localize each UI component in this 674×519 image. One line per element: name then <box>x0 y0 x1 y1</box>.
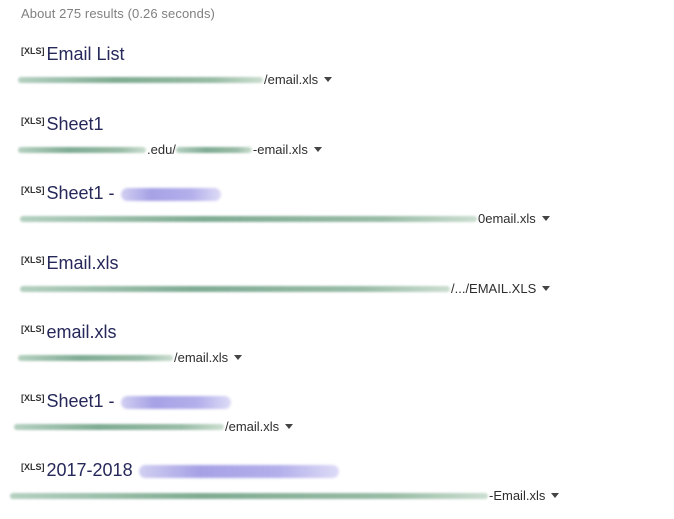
chevron-down-icon[interactable] <box>542 286 551 291</box>
filetype-badge: [XLS] <box>21 185 45 195</box>
result-title-row[interactable]: [XLS] 2017-2018 <box>21 459 339 483</box>
result-title-link[interactable]: Sheet1 <box>47 113 104 135</box>
chevron-down-icon[interactable] <box>313 147 322 152</box>
result-title-row[interactable]: [XLS] Email.xls <box>21 252 119 276</box>
chevron-down-icon[interactable] <box>234 355 243 360</box>
chevron-down-icon[interactable] <box>541 216 550 221</box>
redacted-title-segment <box>138 465 339 478</box>
redacted-url-segment <box>18 355 173 361</box>
result-url-text: -email.xls <box>252 141 308 157</box>
redacted-url-segment <box>14 424 224 430</box>
filetype-badge: [XLS] <box>21 116 45 126</box>
result-url-text: /.../EMAIL.XLS <box>451 280 537 296</box>
result-url-text: /email.xls <box>264 71 319 87</box>
search-result: [XLS] Sheet1 - 0email.xls <box>0 182 674 242</box>
result-title-link[interactable]: 2017-2018 <box>47 459 133 481</box>
redacted-url-segment <box>10 493 488 499</box>
chevron-down-icon[interactable] <box>551 493 560 498</box>
redacted-title-segment <box>120 396 231 409</box>
result-url: -Email.xls <box>10 486 560 504</box>
result-title-link[interactable]: email.xls <box>47 321 117 343</box>
result-url-text: /email.xls <box>225 418 280 434</box>
chevron-down-icon[interactable] <box>285 424 294 429</box>
filetype-badge: [XLS] <box>21 462 45 472</box>
search-result: [XLS] Email.xls /.../EMAIL.XLS <box>0 252 674 312</box>
result-url: /.../EMAIL.XLS <box>20 279 551 297</box>
result-title-row[interactable]: [XLS] Sheet1 <box>21 113 104 137</box>
redacted-url-segment <box>18 77 263 83</box>
chevron-down-icon[interactable] <box>324 77 333 82</box>
search-result: [XLS] email.xls /email.xls <box>0 321 674 381</box>
result-url-text: 0email.xls <box>478 210 536 226</box>
search-stats: About 275 results (0.26 seconds) <box>21 6 215 21</box>
result-title-row[interactable]: [XLS] email.xls <box>21 321 117 345</box>
result-title-link[interactable]: Email List <box>47 43 125 65</box>
result-title-link[interactable]: Sheet1 - <box>47 182 115 204</box>
result-title-row[interactable]: [XLS] Sheet1 - <box>21 390 231 414</box>
result-url-text: /email.xls <box>174 349 229 365</box>
result-url: 0email.xls <box>20 209 550 227</box>
result-url: /email.xls <box>18 70 333 88</box>
search-result: [XLS] Sheet1 - /email.xls <box>0 390 674 450</box>
filetype-badge: [XLS] <box>21 324 45 334</box>
search-result: [XLS] Sheet1 .edu/ -email.xls <box>0 113 674 173</box>
redacted-url-segment <box>175 147 252 153</box>
result-title-row[interactable]: [XLS] Email List <box>21 43 125 67</box>
filetype-badge: [XLS] <box>21 255 45 265</box>
filetype-badge: [XLS] <box>21 46 45 56</box>
result-url: /email.xls <box>14 417 294 435</box>
redacted-url-segment <box>18 147 146 153</box>
result-url: /email.xls <box>18 348 243 366</box>
filetype-badge: [XLS] <box>21 393 45 403</box>
result-title-link[interactable]: Sheet1 - <box>47 390 115 412</box>
result-url: .edu/ -email.xls <box>18 140 322 158</box>
result-title-row[interactable]: [XLS] Sheet1 - <box>21 182 221 206</box>
result-title-link[interactable]: Email.xls <box>47 252 119 274</box>
search-result: [XLS] Email List /email.xls <box>0 43 674 103</box>
redacted-url-segment <box>20 216 477 222</box>
redacted-url-segment <box>20 286 450 292</box>
result-url-text: -Email.xls <box>489 487 546 503</box>
redacted-title-segment <box>120 188 221 201</box>
result-url-text: .edu/ <box>147 141 176 157</box>
search-result: [XLS] 2017-2018 -Email.xls <box>0 459 674 519</box>
